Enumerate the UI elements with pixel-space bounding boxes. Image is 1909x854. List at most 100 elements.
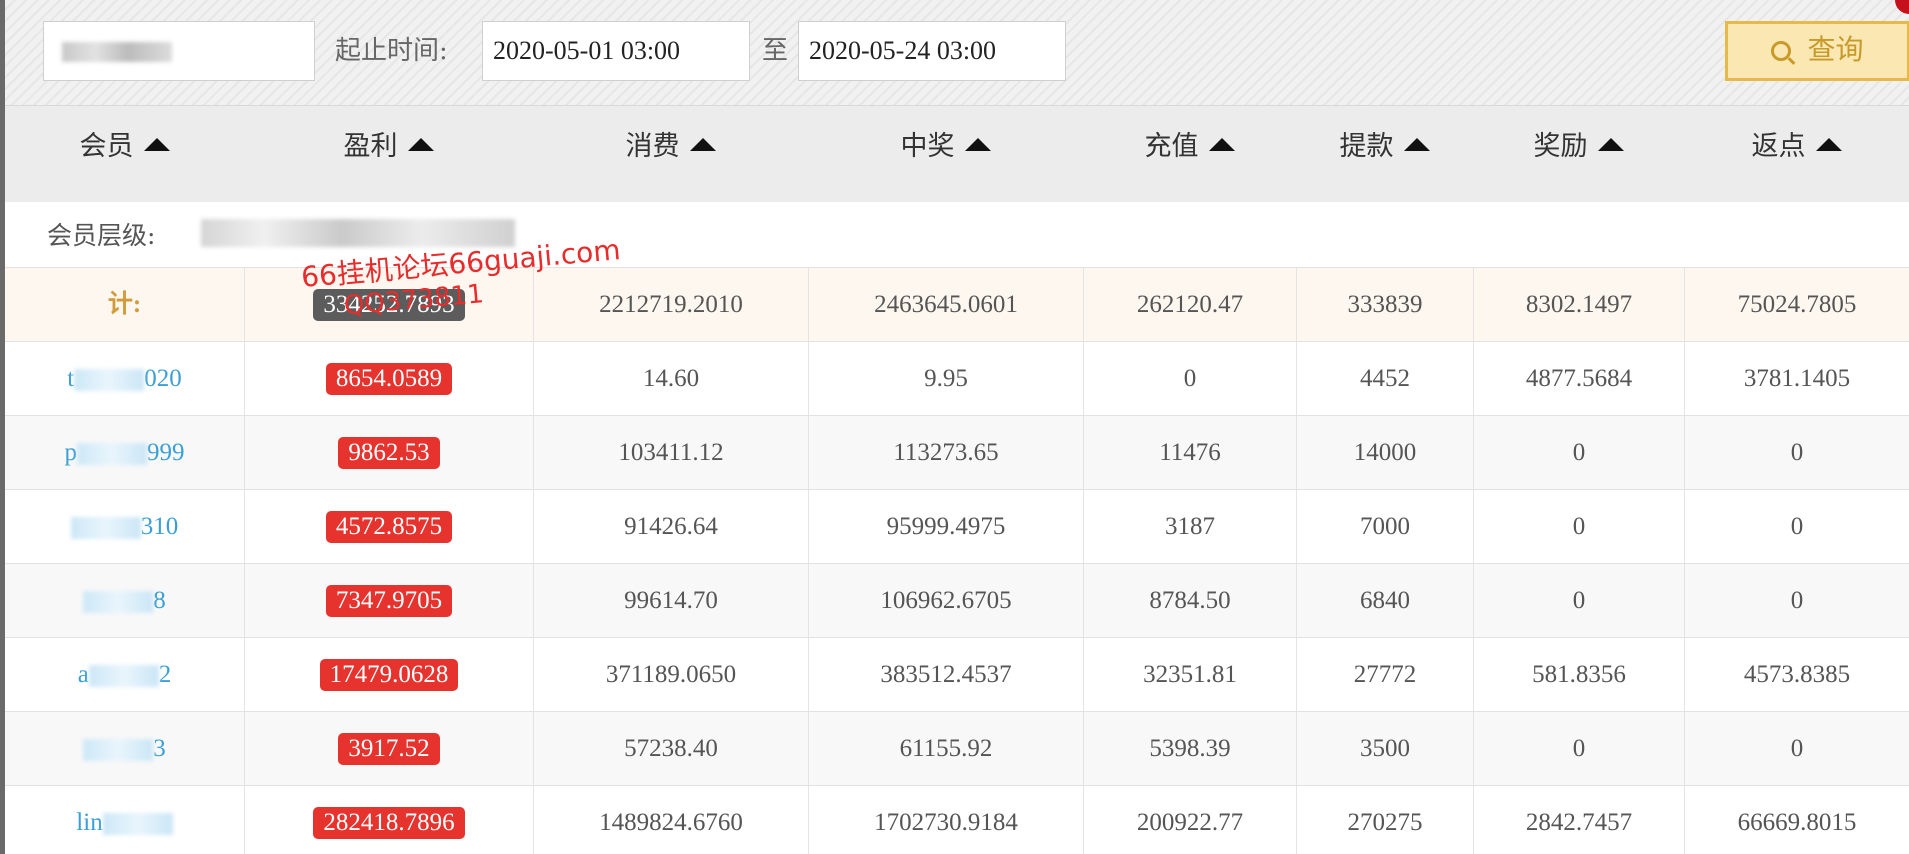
column-header-member[interactable]: 会员 bbox=[5, 124, 244, 163]
profit-badge: 4572.8575 bbox=[325, 511, 453, 543]
win-cell: 113273.65 bbox=[808, 416, 1083, 490]
member-link[interactable]: 310 bbox=[70, 513, 178, 540]
sort-up-icon bbox=[1815, 138, 1842, 151]
rebate-cell: 0 bbox=[1684, 416, 1909, 490]
column-header-profit[interactable]: 盈利 bbox=[244, 124, 533, 163]
profit-badge: 9862.53 bbox=[338, 437, 440, 469]
win-cell: 383512.4537 bbox=[808, 638, 1083, 712]
member-link[interactable]: 3 bbox=[83, 735, 166, 762]
report-table: 计: 334252.7893 2212719.2010 2463645.0601… bbox=[5, 267, 1909, 854]
redacted-member bbox=[102, 813, 173, 836]
redacted-member bbox=[88, 665, 159, 688]
win-cell: 61155.92 bbox=[808, 712, 1083, 786]
member-cell[interactable]: 3 bbox=[5, 712, 244, 786]
time-range-label: 起止时间: bbox=[335, 36, 448, 66]
table-header: 会员 盈利 消费 中奖 充值 提款 奖励 返点 bbox=[5, 106, 1909, 202]
rebate-cell: 0 bbox=[1684, 564, 1909, 638]
to-label: 至 bbox=[762, 36, 789, 66]
total-withdraw-cell: 333839 bbox=[1296, 268, 1473, 342]
rebate-cell: 0 bbox=[1684, 712, 1909, 786]
filter-bar: 起止时间: 2020-05-01 03:00 至 2020-05-24 03:0… bbox=[5, 0, 1909, 106]
rebate-cell: 0 bbox=[1684, 490, 1909, 564]
profit-cell: 17479.0628 bbox=[244, 638, 533, 712]
withdraw-cell: 14000 bbox=[1296, 416, 1473, 490]
table-row: 8 7347.9705 99614.70 106962.6705 8784.50… bbox=[5, 563, 1909, 638]
column-header-consume[interactable]: 消费 bbox=[533, 124, 808, 163]
member-link[interactable]: lin bbox=[76, 809, 173, 836]
redacted-member bbox=[70, 517, 141, 540]
recharge-cell: 8784.50 bbox=[1083, 564, 1296, 638]
member-cell[interactable]: lin bbox=[5, 786, 244, 854]
withdraw-cell: 4452 bbox=[1296, 342, 1473, 416]
member-cell[interactable]: 8 bbox=[5, 564, 244, 638]
consume-cell: 14.60 bbox=[533, 342, 808, 416]
win-cell: 9.95 bbox=[808, 342, 1083, 416]
redacted-member bbox=[83, 591, 154, 614]
recharge-cell: 200922.77 bbox=[1083, 786, 1296, 854]
table-row: t 020 8654.0589 14.60 9.95 0 4452 4877.56… bbox=[5, 341, 1909, 416]
sort-up-icon bbox=[964, 138, 991, 151]
member-level-select[interactable] bbox=[201, 219, 515, 247]
profit-cell: 3917.52 bbox=[244, 712, 533, 786]
query-button[interactable]: 查询 bbox=[1725, 21, 1909, 81]
consume-cell: 103411.12 bbox=[533, 416, 808, 490]
sort-up-icon bbox=[1597, 138, 1624, 151]
reward-cell: 4877.5684 bbox=[1473, 342, 1684, 416]
withdraw-cell: 27772 bbox=[1296, 638, 1473, 712]
member-link[interactable]: t 020 bbox=[67, 365, 181, 392]
profit-badge: 7347.9705 bbox=[325, 585, 453, 617]
reward-cell: 0 bbox=[1473, 712, 1684, 786]
query-button-label: 查询 bbox=[1807, 33, 1864, 66]
member-link[interactable]: p 999 bbox=[65, 439, 185, 466]
column-header-win[interactable]: 中奖 bbox=[808, 124, 1083, 163]
table-row: a2 17479.0628 371189.0650 383512.4537 32… bbox=[5, 637, 1909, 712]
profit-cell: 4572.8575 bbox=[244, 490, 533, 564]
redacted-member-name bbox=[62, 42, 172, 62]
reward-cell: 581.8356 bbox=[1473, 638, 1684, 712]
rebate-cell: 3781.1405 bbox=[1684, 342, 1909, 416]
column-header-recharge[interactable]: 充值 bbox=[1083, 124, 1296, 163]
recharge-cell: 0 bbox=[1083, 342, 1296, 416]
corner-indicator bbox=[1895, 0, 1909, 14]
member-level-label: 会员层级: bbox=[47, 221, 156, 250]
profit-badge: 8654.0589 bbox=[325, 363, 453, 395]
total-profit-cell: 334252.7893 bbox=[244, 268, 533, 342]
reward-cell: 0 bbox=[1473, 416, 1684, 490]
profit-cell: 8654.0589 bbox=[244, 342, 533, 416]
column-header-withdraw[interactable]: 提款 bbox=[1296, 124, 1473, 163]
recharge-cell: 5398.39 bbox=[1083, 712, 1296, 786]
withdraw-cell: 3500 bbox=[1296, 712, 1473, 786]
end-date-field[interactable]: 2020-05-24 03:00 bbox=[798, 21, 1066, 81]
column-header-reward[interactable]: 奖励 bbox=[1473, 124, 1684, 163]
member-cell[interactable]: p 999 bbox=[5, 416, 244, 490]
total-reward-cell: 8302.1497 bbox=[1473, 268, 1684, 342]
start-date-field[interactable]: 2020-05-01 03:00 bbox=[482, 21, 750, 81]
profit-cell: 282418.7896 bbox=[244, 786, 533, 854]
withdraw-cell: 270275 bbox=[1296, 786, 1473, 854]
sort-up-icon bbox=[689, 138, 716, 151]
recharge-cell: 32351.81 bbox=[1083, 638, 1296, 712]
search-icon bbox=[1771, 41, 1792, 61]
sort-up-icon bbox=[407, 138, 434, 151]
member-cell[interactable]: t 020 bbox=[5, 342, 244, 416]
total-label-cell: 计: bbox=[5, 268, 244, 342]
member-cell[interactable]: a2 bbox=[5, 638, 244, 712]
reward-cell: 0 bbox=[1473, 564, 1684, 638]
redacted-member bbox=[74, 369, 145, 392]
withdraw-cell: 7000 bbox=[1296, 490, 1473, 564]
rebate-cell: 4573.8385 bbox=[1684, 638, 1909, 712]
member-cell[interactable]: 310 bbox=[5, 490, 244, 564]
sort-up-icon bbox=[1208, 138, 1235, 151]
total-profit-badge: 334252.7893 bbox=[313, 289, 465, 321]
sort-up-icon bbox=[143, 138, 170, 151]
member-link[interactable]: 8 bbox=[83, 587, 166, 614]
reward-cell: 0 bbox=[1473, 490, 1684, 564]
member-search-input[interactable] bbox=[43, 21, 315, 81]
consume-cell: 91426.64 bbox=[533, 490, 808, 564]
member-link[interactable]: a2 bbox=[78, 661, 172, 688]
table-row: 310 4572.8575 91426.64 95999.4975 3187 7… bbox=[5, 489, 1909, 564]
column-header-rebate[interactable]: 返点 bbox=[1684, 124, 1909, 163]
profit-badge: 282418.7896 bbox=[313, 807, 465, 839]
table-row: p 999 9862.53 103411.12 113273.65 11476 1… bbox=[5, 415, 1909, 490]
consume-cell: 57238.40 bbox=[533, 712, 808, 786]
